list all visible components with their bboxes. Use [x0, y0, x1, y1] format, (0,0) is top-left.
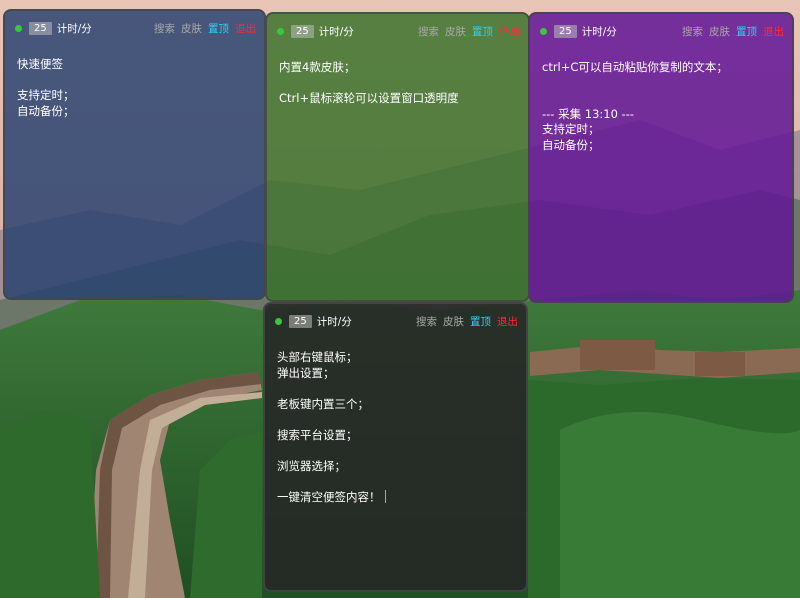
sticky-note-green[interactable]: 25 计时/分 搜索 皮肤 置顶 退出 内置4款皮肤； Ctrl+鼠标滚轮可以设… — [265, 12, 530, 302]
green-dot-icon — [275, 317, 282, 325]
timer-input[interactable]: 25 — [554, 24, 577, 38]
exit-button[interactable]: 退出 — [499, 24, 520, 39]
search-button[interactable]: 搜索 — [154, 21, 175, 36]
pin-top-button[interactable]: 置顶 — [208, 21, 229, 36]
timer-input[interactable]: 25 — [289, 314, 312, 328]
note-content-editor[interactable]: 内置4款皮肤； Ctrl+鼠标滚轮可以设置窗口透明度 — [279, 60, 518, 290]
timer-input[interactable]: 25 — [29, 21, 52, 35]
skin-button[interactable]: 皮肤 — [443, 314, 464, 329]
note-title-bar[interactable]: 25 计时/分 搜索 皮肤 置顶 退出 — [265, 304, 526, 338]
sticky-note-blue[interactable]: 25 计时/分 搜索 皮肤 置顶 退出 快速便签 支持定时； 自动备份； — [3, 9, 266, 300]
note-title-bar[interactable]: 25 计时/分 搜索 皮肤 置顶 退出 — [530, 14, 792, 48]
pin-top-button[interactable]: 置顶 — [472, 24, 493, 39]
pin-top-button[interactable]: 置顶 — [736, 24, 757, 39]
sticky-note-purple[interactable]: 25 计时/分 搜索 皮肤 置顶 退出 ctrl+C可以自动粘贴你复制的文本； … — [528, 12, 794, 303]
timer-label: 计时/分 — [316, 315, 352, 328]
pin-top-button[interactable]: 置顶 — [470, 314, 491, 329]
exit-button[interactable]: 退出 — [763, 24, 784, 39]
note-title-bar[interactable]: 25 计时/分 搜索 皮肤 置顶 退出 — [5, 11, 264, 45]
timer-label: 计时/分 — [581, 25, 617, 38]
green-dot-icon — [15, 24, 22, 32]
note-content-editor[interactable]: 头部右键鼠标； 弹出设置； 老板键内置三个； 搜索平台设置； 浏览器选择； 一键… — [277, 350, 516, 580]
search-button[interactable]: 搜索 — [418, 24, 439, 39]
note-content-editor[interactable]: ctrl+C可以自动粘贴你复制的文本； --- 采集 13:10 --- 支持定… — [542, 60, 782, 291]
skin-button[interactable]: 皮肤 — [181, 21, 202, 36]
note-content-text: 头部右键鼠标； 弹出设置； 老板键内置三个； 搜索平台设置； 浏览器选择； 一键… — [277, 350, 381, 504]
search-button[interactable]: 搜索 — [682, 24, 703, 39]
skin-button[interactable]: 皮肤 — [709, 24, 730, 39]
sticky-note-dark[interactable]: 25 计时/分 搜索 皮肤 置顶 退出 头部右键鼠标； 弹出设置； 老板键内置三… — [263, 302, 528, 592]
note-title-bar[interactable]: 25 计时/分 搜索 皮肤 置顶 退出 — [267, 14, 528, 48]
timer-input[interactable]: 25 — [291, 24, 314, 38]
timer-label: 计时/分 — [318, 25, 354, 38]
exit-button[interactable]: 退出 — [235, 21, 256, 36]
text-cursor-icon — [384, 489, 386, 503]
green-dot-icon — [540, 27, 547, 35]
green-dot-icon — [277, 27, 284, 35]
search-button[interactable]: 搜索 — [416, 314, 437, 329]
skin-button[interactable]: 皮肤 — [445, 24, 466, 39]
timer-label: 计时/分 — [56, 22, 92, 35]
note-content-editor[interactable]: 快速便签 支持定时； 自动备份； — [17, 57, 254, 288]
exit-button[interactable]: 退出 — [497, 314, 518, 329]
